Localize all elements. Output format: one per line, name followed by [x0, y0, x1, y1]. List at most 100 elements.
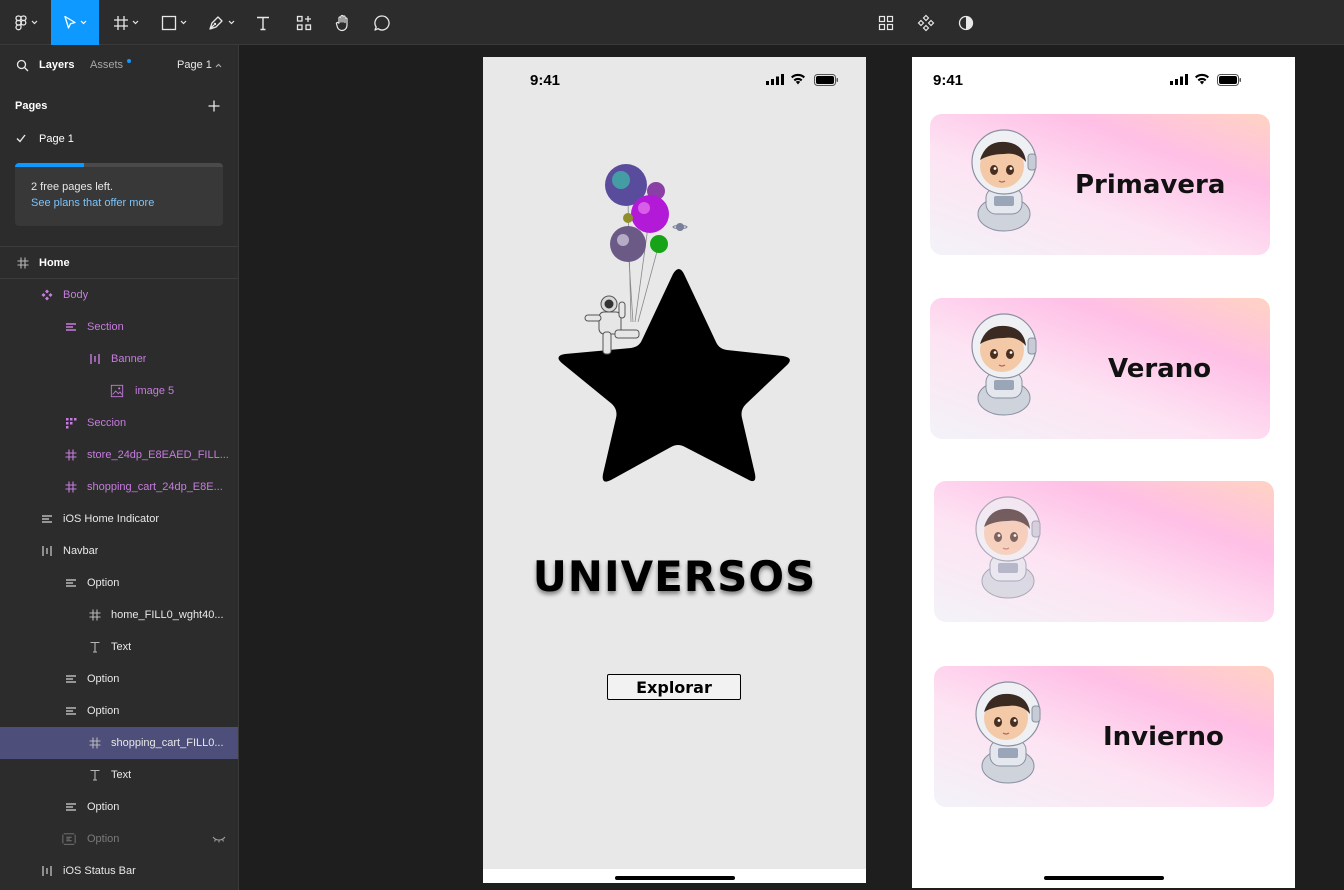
- see-plans-link[interactable]: See plans that offer more: [31, 197, 154, 209]
- explore-button[interactable]: Explorar: [607, 674, 741, 700]
- hand-icon: [335, 14, 348, 31]
- season-card-label: Primavera: [1075, 170, 1226, 200]
- tab-assets[interactable]: Assets: [90, 59, 123, 71]
- layer-label: Seccion: [87, 417, 127, 429]
- layer-row[interactable]: Option: [0, 695, 238, 727]
- layer-row[interactable]: shopping_cart_24dp_E8E...: [0, 471, 238, 503]
- page-selector[interactable]: Page 1: [177, 59, 212, 71]
- season-card[interactable]: Verano: [930, 298, 1270, 439]
- layer-row[interactable]: iOS Home Indicator: [0, 503, 238, 535]
- layer-row[interactable]: Navbar: [0, 535, 238, 567]
- search-icon[interactable]: [16, 59, 29, 72]
- auto-layout-vertical-icon: [40, 512, 54, 526]
- frame-icon: [64, 480, 78, 494]
- main-menu-button[interactable]: [8, 0, 44, 45]
- shape-tool-button[interactable]: [155, 0, 193, 45]
- figma-logo-icon: [15, 14, 27, 30]
- battery-icon: [814, 74, 838, 86]
- auto-layout-vertical-icon: [64, 576, 78, 590]
- rectangle-icon: [161, 15, 177, 30]
- frame-icon: [114, 15, 128, 30]
- layer-row[interactable]: Text: [0, 759, 238, 791]
- layout-grid-button[interactable]: [873, 0, 899, 45]
- layer-label: Navbar: [63, 545, 99, 557]
- layer-label: Home: [39, 256, 70, 269]
- layer-row[interactable]: home_FILL0_wght40...: [0, 599, 238, 631]
- pen-icon: [209, 15, 223, 30]
- layer-row[interactable]: Section: [0, 311, 238, 343]
- resources-button[interactable]: [291, 0, 317, 45]
- layer-row[interactable]: Banner: [0, 343, 238, 375]
- season-card[interactable]: [934, 481, 1274, 622]
- layer-row[interactable]: store_24dp_E8EAED_FILL...: [0, 439, 238, 471]
- hand-tool-button[interactable]: [330, 0, 356, 45]
- season-card[interactable]: Invierno: [934, 666, 1274, 807]
- panel-tabs: Layers Assets Page 1: [0, 45, 238, 87]
- frame-icon: [64, 448, 78, 462]
- season-card[interactable]: Primavera: [930, 114, 1270, 255]
- astronaut-avatar: [964, 310, 1044, 423]
- chevron-down-icon: [180, 20, 187, 25]
- layer-label: home_FILL0_wght40...: [111, 609, 224, 621]
- layer-row[interactable]: image 5: [0, 375, 238, 407]
- chevron-down-icon: [80, 20, 87, 25]
- text-icon: [257, 16, 269, 30]
- auto-layout-vertical-icon: [64, 672, 78, 686]
- season-card-label: Invierno: [1103, 722, 1224, 752]
- layer-row[interactable]: Option: [0, 791, 238, 823]
- comment-tool-button[interactable]: [369, 0, 395, 45]
- components-button[interactable]: [913, 0, 939, 45]
- layer-label: iOS Status Bar: [63, 865, 136, 877]
- layer-row[interactable]: Option: [0, 663, 238, 695]
- eye-closed-icon[interactable]: [212, 834, 226, 847]
- checkmark-icon: [16, 134, 26, 143]
- auto-layout-vertical-icon: [64, 800, 78, 814]
- hidden-frame-icon: [62, 832, 76, 846]
- layer-label: Option: [87, 705, 120, 717]
- frame-seasons[interactable]: 9:41 Primavera Verano Invierno: [912, 57, 1295, 888]
- assets-update-dot: [127, 59, 131, 63]
- promo-text: 2 free pages left.: [31, 181, 113, 193]
- layers-panel: Layers Assets Page 1 Pages Page 1 2 free…: [0, 45, 239, 890]
- text-tool-button[interactable]: [250, 0, 276, 45]
- chevron-down-icon: [228, 20, 235, 25]
- frame-icon: [16, 256, 30, 270]
- astronaut-avatar: [968, 493, 1048, 606]
- layer-row[interactable]: Home: [0, 247, 238, 279]
- layer-label: Text: [111, 641, 132, 653]
- layer-label: Section: [87, 321, 124, 333]
- move-tool-button[interactable]: [51, 0, 99, 45]
- contrast-button[interactable]: [953, 0, 979, 45]
- chevron-up-icon[interactable]: [215, 63, 222, 68]
- page-item[interactable]: Page 1: [39, 133, 74, 145]
- layer-row[interactable]: Body: [0, 279, 238, 311]
- text-icon: [88, 640, 102, 654]
- home-indicator: [1044, 876, 1164, 880]
- auto-layout-vertical-icon: [64, 320, 78, 334]
- frame-icon: [88, 608, 102, 622]
- auto-layout-horizontal-icon: [88, 352, 102, 366]
- layer-label: Banner: [111, 353, 147, 365]
- signal-icon: [766, 74, 784, 85]
- status-time: 9:41: [933, 72, 964, 89]
- pen-tool-button[interactable]: [202, 0, 240, 45]
- frame-home-splash[interactable]: 9:41 UNIVERSOS Explorar: [483, 57, 866, 883]
- tab-layers[interactable]: Layers: [39, 59, 74, 71]
- layer-row[interactable]: iOS Status Bar: [0, 855, 238, 887]
- contrast-icon: [958, 15, 974, 30]
- layer-row[interactable]: shopping_cart_FILL0...: [0, 727, 238, 759]
- grid-layout-icon: [64, 416, 78, 430]
- frame-tool-button[interactable]: [108, 0, 144, 45]
- grid-icon: [878, 15, 894, 30]
- comment-icon: [374, 14, 390, 31]
- pages-title: Pages: [15, 100, 48, 112]
- wifi-icon: [1195, 73, 1209, 85]
- layer-row[interactable]: Seccion: [0, 407, 238, 439]
- layer-row[interactable]: Option: [0, 823, 238, 855]
- layer-label: Option: [87, 833, 120, 845]
- app-title: UNIVERSOS: [532, 552, 817, 601]
- layer-label: shopping_cart_24dp_E8E...: [87, 481, 223, 493]
- layer-row[interactable]: Text: [0, 631, 238, 663]
- add-page-icon[interactable]: [208, 100, 220, 112]
- layer-row[interactable]: Option: [0, 567, 238, 599]
